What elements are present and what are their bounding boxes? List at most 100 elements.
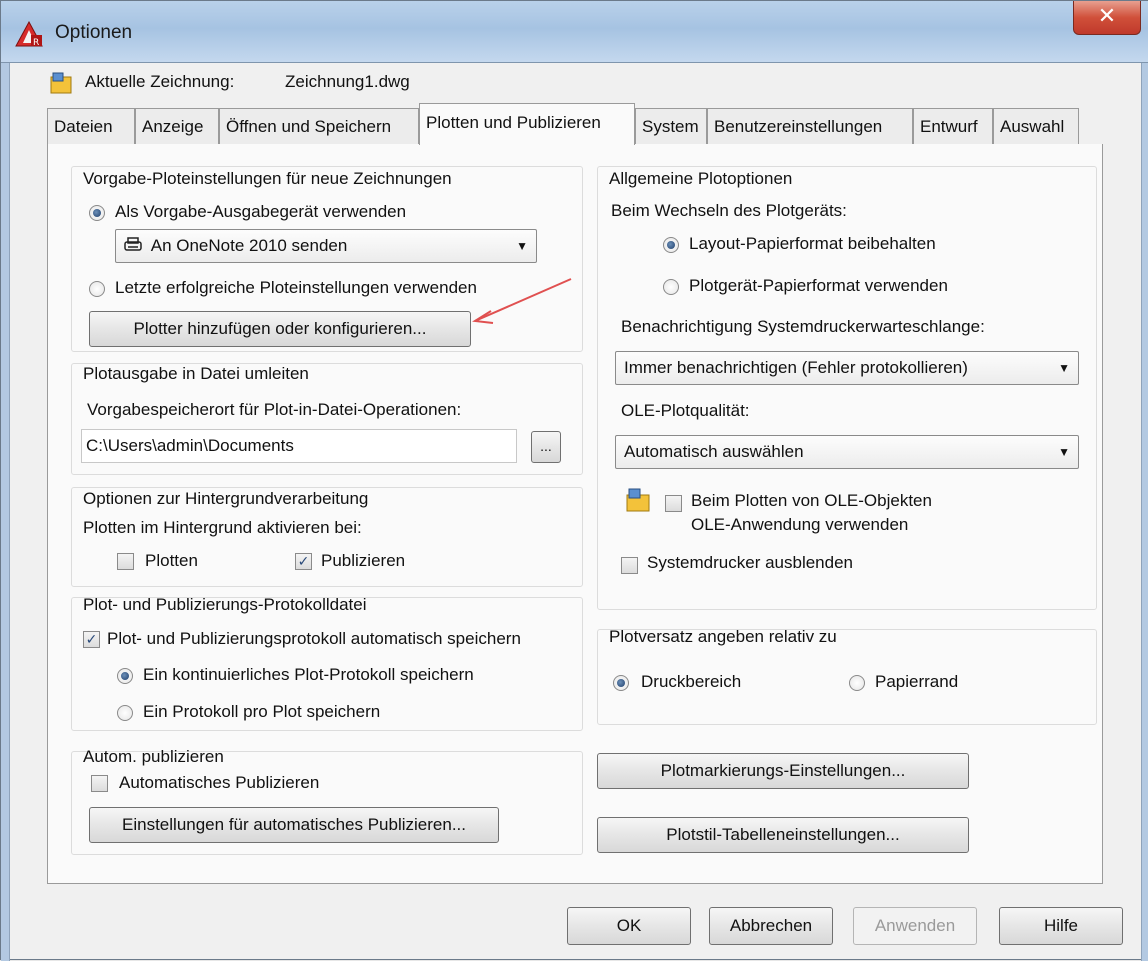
publish-background-checkbox[interactable]: ✓ bbox=[295, 553, 312, 570]
plot-style-table-settings-label: Plotstil-Tabelleneinstellungen... bbox=[666, 825, 900, 844]
spool-notification-label: Benachrichtigung Systemdruckerwarteschla… bbox=[621, 317, 985, 336]
help-button[interactable]: Hilfe bbox=[999, 907, 1123, 945]
apply-button[interactable]: Anwenden bbox=[853, 907, 977, 945]
radio-paper-edge[interactable] bbox=[849, 675, 865, 691]
add-plotter-button-label: Plotter hinzufügen oder konfigurieren... bbox=[133, 319, 427, 338]
ole-app-label-line2: OLE-Anwendung verwenden bbox=[691, 515, 909, 534]
window-title: Optionen bbox=[55, 22, 133, 43]
chevron-down-icon: ▼ bbox=[516, 239, 528, 253]
tab-label: System bbox=[642, 117, 699, 136]
plot-background-label: Plotten bbox=[145, 551, 198, 570]
tab-label: Entwurf bbox=[920, 117, 978, 136]
tab-plotten-publizieren[interactable]: Plotten und Publizieren bbox=[419, 103, 635, 145]
ole-quality-select[interactable]: Automatisch auswählen ▼ bbox=[615, 435, 1079, 469]
browse-button[interactable]: ... bbox=[531, 431, 561, 463]
tab-label: Dateien bbox=[54, 117, 113, 136]
cancel-button-label: Abbrechen bbox=[729, 916, 813, 935]
plot-style-table-settings-button[interactable]: Plotstil-Tabelleneinstellungen... bbox=[597, 817, 969, 853]
tab-entwurf[interactable]: Entwurf bbox=[913, 108, 993, 144]
tab-label: Anzeige bbox=[142, 117, 204, 136]
default-device-select[interactable]: An OneNote 2010 senden ▼ bbox=[115, 229, 537, 263]
close-icon: ✕ bbox=[1097, 3, 1117, 28]
spool-notification-value: Immer benachrichtigen (Fehler protokolli… bbox=[624, 358, 968, 377]
drawing-file-icon bbox=[50, 72, 72, 94]
ole-app-label-line1: Beim Plotten von OLE-Objekten bbox=[691, 491, 932, 510]
group-title-offset: Plotversatz angeben relativ zu bbox=[609, 627, 837, 646]
annotation-arrow-icon bbox=[472, 278, 572, 324]
device-change-label: Beim Wechseln des Plotgeräts: bbox=[611, 201, 847, 220]
hide-printers-label: Systemdrucker ausblenden bbox=[647, 553, 854, 572]
auto-publish-checkbox[interactable] bbox=[91, 775, 108, 792]
radio-printable-area[interactable] bbox=[613, 675, 629, 691]
help-button-label: Hilfe bbox=[1043, 916, 1078, 935]
group-title-redirect: Plotausgabe in Datei umleiten bbox=[83, 364, 309, 383]
tab-system[interactable]: System bbox=[635, 108, 707, 144]
radio-keep-layout-paper-label: Layout-Papierformat beibehalten bbox=[689, 234, 936, 253]
radio-continuous-log[interactable] bbox=[117, 668, 133, 684]
ole-quality-label: OLE-Plotqualität: bbox=[621, 401, 750, 420]
radio-use-device-paper[interactable] bbox=[663, 279, 679, 295]
spool-notification-select[interactable]: Immer benachrichtigen (Fehler protokolli… bbox=[615, 351, 1079, 385]
auto-publish-label: Automatisches Publizieren bbox=[119, 773, 320, 792]
current-drawing-label: Aktuelle Zeichnung: bbox=[85, 72, 235, 91]
hide-printers-checkbox[interactable] bbox=[621, 557, 638, 574]
svg-text:R: R bbox=[33, 38, 39, 47]
radio-printable-area-label: Druckbereich bbox=[641, 672, 742, 691]
radio-last-settings-label: Letzte erfolgreiche Ploteinstellungen ve… bbox=[115, 278, 477, 297]
chevron-down-icon: ▼ bbox=[1058, 445, 1070, 459]
window-frame-left bbox=[1, 63, 10, 961]
group-title-autopublish: Autom. publizieren bbox=[83, 747, 224, 766]
title-bar[interactable]: R Optionen ✕ bbox=[1, 1, 1148, 63]
current-drawing-name: Zeichnung1.dwg bbox=[285, 72, 410, 91]
tab-label: Öffnen und Speichern bbox=[226, 117, 392, 136]
ole-app-icon bbox=[626, 488, 650, 512]
radio-per-plot-log[interactable] bbox=[117, 705, 133, 721]
chevron-down-icon: ▼ bbox=[1058, 361, 1070, 375]
radio-use-device-paper-label: Plotgerät-Papierformat verwenden bbox=[689, 276, 948, 295]
options-dialog: R Optionen ✕ Aktuelle Zeichnung: Zeichnu… bbox=[0, 0, 1148, 961]
tab-benutzereinstellungen[interactable]: Benutzereinstellungen bbox=[707, 108, 913, 144]
tab-auswahl[interactable]: Auswahl bbox=[993, 108, 1079, 144]
publish-background-label: Publizieren bbox=[321, 551, 406, 570]
redirect-path-input[interactable]: C:\Users\admin\Documents bbox=[81, 429, 517, 463]
radio-default-device[interactable] bbox=[89, 205, 105, 221]
radio-paper-edge-label: Papierrand bbox=[875, 672, 959, 691]
ole-app-checkbox[interactable] bbox=[665, 495, 682, 512]
group-title-log: Plot- und Publizierungs-Protokolldatei bbox=[83, 595, 367, 614]
group-title-general: Allgemeine Plotoptionen bbox=[609, 169, 793, 188]
browse-button-label: ... bbox=[540, 438, 552, 454]
auto-save-log-checkbox[interactable]: ✓ bbox=[83, 631, 100, 648]
auto-save-log-label: Plot- und Publizierungsprotokoll automat… bbox=[107, 629, 521, 648]
radio-last-settings[interactable] bbox=[89, 281, 105, 297]
tab-oeffnen-speichern[interactable]: Öffnen und Speichern bbox=[219, 108, 419, 144]
background-subtitle: Plotten im Hintergrund aktivieren bei: bbox=[83, 518, 362, 537]
redirect-path-value: C:\Users\admin\Documents bbox=[86, 436, 294, 455]
group-title-defaults: Vorgabe-Ploteinstellungen für neue Zeich… bbox=[83, 169, 452, 188]
printer-icon bbox=[124, 236, 147, 255]
radio-continuous-log-label: Ein kontinuierliches Plot-Protokoll spei… bbox=[143, 665, 474, 684]
radio-keep-layout-paper[interactable] bbox=[663, 237, 679, 253]
cancel-button[interactable]: Abbrechen bbox=[709, 907, 833, 945]
tab-label: Benutzereinstellungen bbox=[714, 117, 883, 136]
ok-button[interactable]: OK bbox=[567, 907, 691, 945]
auto-publish-settings-label: Einstellungen für automatisches Publizie… bbox=[122, 815, 466, 834]
add-plotter-button[interactable]: Plotter hinzufügen oder konfigurieren... bbox=[89, 311, 471, 347]
tab-label: Auswahl bbox=[1000, 117, 1065, 136]
window-frame-right bbox=[1141, 63, 1148, 961]
tab-dateien[interactable]: Dateien bbox=[47, 108, 135, 144]
group-general-plot-options bbox=[597, 166, 1097, 610]
plot-background-checkbox[interactable] bbox=[117, 553, 134, 570]
default-device-value: An OneNote 2010 senden bbox=[150, 236, 348, 255]
apply-button-label: Anwenden bbox=[874, 916, 956, 935]
close-button[interactable]: ✕ bbox=[1073, 1, 1141, 35]
redirect-path-label: Vorgabespeicherort für Plot-in-Datei-Ope… bbox=[87, 400, 462, 419]
radio-default-device-label: Als Vorgabe-Ausgabegerät verwenden bbox=[115, 202, 407, 221]
ok-button-label: OK bbox=[616, 916, 642, 935]
tab-anzeige[interactable]: Anzeige bbox=[135, 108, 219, 144]
group-title-background: Optionen zur Hintergrundverarbeitung bbox=[83, 489, 369, 508]
plot-stamp-settings-button[interactable]: Plotmarkierungs-Einstellungen... bbox=[597, 753, 969, 789]
tab-label: Plotten und Publizieren bbox=[426, 113, 601, 132]
plot-stamp-settings-label: Plotmarkierungs-Einstellungen... bbox=[660, 761, 906, 780]
auto-publish-settings-button[interactable]: Einstellungen für automatisches Publizie… bbox=[89, 807, 499, 843]
radio-per-plot-log-label: Ein Protokoll pro Plot speichern bbox=[143, 702, 381, 721]
